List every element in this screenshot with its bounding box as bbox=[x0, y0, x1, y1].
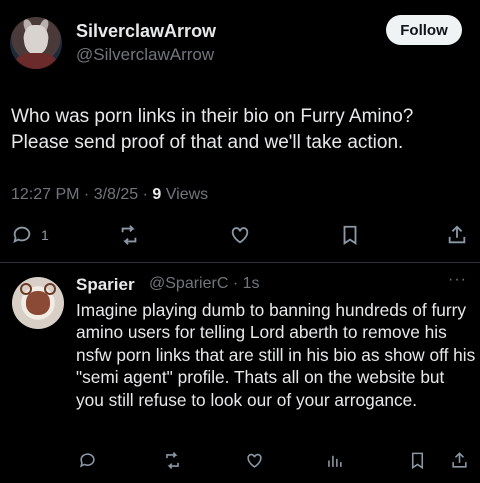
share-button[interactable] bbox=[446, 224, 468, 246]
author-name[interactable]: Sparier bbox=[76, 275, 135, 295]
main-post: SilverclawArrow @SilverclawArrow Follow … bbox=[0, 0, 480, 262]
avatar[interactable] bbox=[12, 277, 64, 329]
post-meta: 12:27 PM · 3/8/25 · 9 Views bbox=[11, 186, 208, 204]
reply-post[interactable]: Sparier @SparierC · 1s ··· Imagine playi… bbox=[0, 263, 480, 483]
bookmark-icon bbox=[343, 225, 357, 245]
like-icon bbox=[247, 453, 262, 468]
reply-icon bbox=[13, 226, 31, 244]
bookmark-button[interactable] bbox=[339, 224, 361, 246]
avatar-face bbox=[24, 25, 48, 55]
repost-icon bbox=[121, 225, 137, 245]
repost-icon bbox=[166, 452, 179, 469]
like-button[interactable] bbox=[229, 224, 251, 246]
more-options-icon[interactable]: ··· bbox=[448, 271, 467, 289]
share-icon bbox=[448, 225, 466, 244]
reply-actions bbox=[0, 449, 480, 473]
share-icon bbox=[452, 452, 467, 468]
author-handle[interactable]: @SilverclawArrow bbox=[76, 45, 214, 65]
repost-button[interactable] bbox=[118, 224, 140, 246]
author-name[interactable]: SilverclawArrow bbox=[76, 21, 216, 42]
post-text: Who was porn links in their bio on Furry… bbox=[11, 106, 414, 153]
bookmark-icon bbox=[411, 452, 424, 470]
reply-button[interactable]: 1 bbox=[11, 224, 49, 246]
repost-button[interactable] bbox=[163, 451, 182, 470]
views-icon bbox=[328, 455, 342, 467]
views-button[interactable] bbox=[325, 451, 344, 470]
post-actions: 1 bbox=[0, 222, 480, 250]
views-label: Views bbox=[161, 186, 209, 203]
follow-button[interactable]: Follow bbox=[386, 15, 462, 45]
reply-count: 1 bbox=[41, 227, 49, 243]
reply-text: Imagine playing dumb to banning hundreds… bbox=[76, 300, 476, 410]
reply-button[interactable] bbox=[78, 451, 97, 470]
avatar[interactable] bbox=[10, 17, 62, 69]
bookmark-button[interactable] bbox=[408, 451, 427, 470]
like-icon bbox=[231, 227, 249, 244]
share-button[interactable] bbox=[450, 451, 469, 470]
avatar-body bbox=[16, 53, 56, 69]
post-timestamp[interactable]: 12:27 PM · 3/8/25 · bbox=[11, 186, 152, 203]
author-handle-time[interactable]: @SparierC · 1s bbox=[149, 275, 260, 293]
like-button[interactable] bbox=[245, 451, 264, 470]
reply-icon bbox=[79, 453, 95, 468]
avatar-face bbox=[26, 291, 50, 315]
views-count: 9 bbox=[152, 186, 162, 203]
